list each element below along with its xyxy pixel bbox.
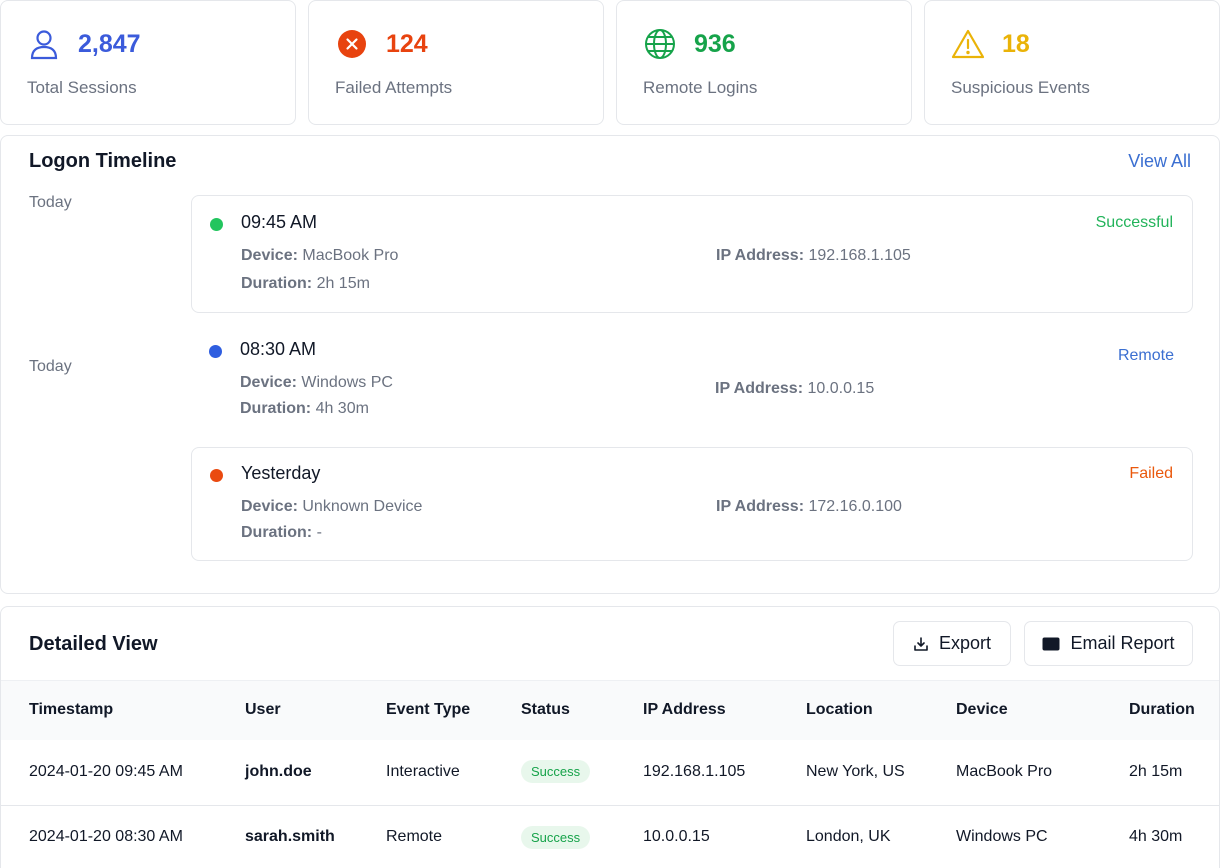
- logon-timeline-panel: Logon Timeline View All Today Today 09:4…: [0, 135, 1220, 594]
- entry-time: 09:45 AM: [241, 212, 318, 232]
- entry-status: Remote: [1117, 347, 1174, 364]
- cell-duration: 2h 15m: [1129, 763, 1183, 780]
- cell-location: London, UK: [806, 828, 891, 845]
- cell-timestamp: 2024-01-20 09:45 AM: [29, 763, 183, 780]
- download-icon: [914, 636, 928, 651]
- status-dot: [210, 218, 223, 231]
- stat-value: 18: [1002, 30, 1030, 58]
- entry-status: Failed: [1129, 465, 1173, 482]
- cell-ip: 10.0.0.15: [643, 828, 710, 845]
- status-dot: [209, 345, 222, 358]
- cell-user: john.doe: [245, 763, 312, 780]
- day-label: Today: [29, 194, 72, 211]
- entry-device: Device: Windows PC: [240, 374, 393, 391]
- stat-label: Suspicious Events: [951, 78, 1090, 97]
- cell-ip: 192.168.1.105: [643, 763, 746, 780]
- entry-device: Device: Unknown Device: [241, 498, 423, 515]
- column-header[interactable]: User: [245, 701, 281, 719]
- stat-card-total-sessions: 2,847 Total Sessions: [0, 0, 296, 125]
- table-row[interactable]: 2024-01-20 09:45 AM john.doe Interactive…: [1, 740, 1219, 806]
- entry-duration: Duration: 4h 30m: [240, 400, 369, 417]
- column-header[interactable]: IP Address: [643, 701, 726, 719]
- detailed-view-panel: Detailed View Export Email Report Timest…: [0, 606, 1220, 868]
- entry-duration: Duration: 2h 15m: [241, 275, 370, 292]
- cell-user: sarah.smith: [245, 828, 335, 845]
- cell-duration: 4h 30m: [1129, 828, 1183, 845]
- status-badge: Success: [521, 760, 591, 783]
- section-title: Logon Timeline: [29, 150, 177, 172]
- stat-label: Failed Attempts: [335, 78, 453, 97]
- export-button[interactable]: Export: [893, 621, 1011, 666]
- view-all-link[interactable]: View All: [1128, 151, 1191, 172]
- column-header[interactable]: Event Type: [386, 701, 470, 719]
- entry-device: Device: MacBook Pro: [241, 247, 399, 264]
- cell-event-type: Interactive: [386, 763, 460, 780]
- table-row[interactable]: 2024-01-20 08:30 AM sarah.smith Remote S…: [1, 806, 1219, 868]
- mail-icon: [1042, 637, 1060, 650]
- status-badge: Success: [521, 826, 591, 849]
- stat-value: 124: [386, 30, 428, 58]
- timeline-entry[interactable]: Yesterday Failed Device: Unknown Device …: [191, 447, 1193, 561]
- column-header[interactable]: Device: [956, 701, 1008, 719]
- email-report-button[interactable]: Email Report: [1024, 621, 1193, 666]
- timeline-entry[interactable]: 09:45 AM Successful Device: MacBook Pro …: [191, 195, 1193, 313]
- column-header[interactable]: Timestamp: [29, 701, 113, 719]
- cell-device: MacBook Pro: [956, 763, 1053, 780]
- table-header: Timestamp User Event Type Status IP Addr…: [1, 680, 1219, 740]
- cell-device: Windows PC: [956, 828, 1048, 845]
- entry-ip: IP Address: 192.168.1.105: [716, 247, 911, 264]
- email-report-label: Email Report: [1070, 633, 1175, 653]
- column-header[interactable]: Status: [521, 701, 570, 719]
- globe-icon: [643, 27, 677, 61]
- entry-ip: IP Address: 10.0.0.15: [715, 380, 875, 397]
- entry-duration: Duration: -: [241, 524, 322, 541]
- entry-time: Yesterday: [241, 463, 321, 483]
- entry-time: 08:30 AM: [240, 339, 317, 359]
- stat-value: 936: [694, 30, 736, 58]
- stat-value: 2,847: [78, 30, 141, 58]
- export-label: Export: [938, 633, 992, 653]
- stat-card-suspicious-events: 18 Suspicious Events: [924, 0, 1220, 125]
- stat-label: Total Sessions: [27, 78, 137, 97]
- cell-event-type: Remote: [386, 828, 443, 845]
- stat-card-failed-attempts: 124 Failed Attempts: [308, 0, 604, 125]
- user-icon: [27, 27, 61, 61]
- entry-ip: IP Address: 172.16.0.100: [716, 498, 902, 515]
- cell-timestamp: 2024-01-20 08:30 AM: [29, 828, 183, 845]
- x-circle-icon: [335, 27, 369, 61]
- entry-status: Successful: [1095, 214, 1173, 231]
- stat-card-remote-logins: 936 Remote Logins: [616, 0, 912, 125]
- day-label: Today: [29, 358, 72, 375]
- column-header[interactable]: Duration: [1129, 701, 1195, 719]
- timeline-entry[interactable]: 08:30 AM Remote Device: Windows PC IP Ad…: [191, 323, 1193, 433]
- warning-icon: [951, 27, 985, 61]
- cell-location: New York, US: [806, 763, 905, 780]
- stat-label: Remote Logins: [643, 78, 758, 97]
- column-header[interactable]: Location: [806, 701, 873, 719]
- status-dot: [210, 469, 223, 482]
- section-title: Detailed View: [29, 633, 158, 655]
